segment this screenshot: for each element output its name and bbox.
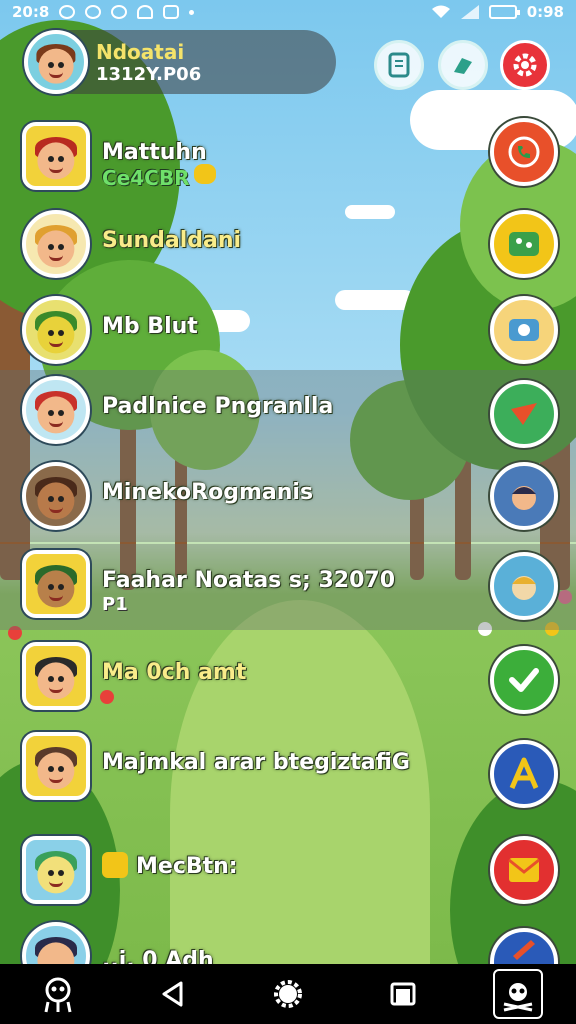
star-icon <box>102 852 128 878</box>
contact-name: Majmkal arar btegiztafiG <box>102 750 410 775</box>
photo-icon <box>163 5 180 19</box>
status-right: 0:98 <box>431 3 564 21</box>
contact-avatar <box>22 376 90 444</box>
whatsapp-button[interactable] <box>490 118 558 186</box>
check-button[interactable] <box>490 646 558 714</box>
gallery-icon <box>509 232 539 256</box>
contact-row[interactable]: Mattuhn Ce4CBR <box>0 116 576 202</box>
contact-avatar <box>22 836 90 904</box>
app-button[interactable] <box>33 969 83 1019</box>
bug-icon <box>137 5 154 19</box>
friend-button[interactable] <box>490 462 558 530</box>
camera-icon <box>509 319 539 341</box>
avatar-icon <box>512 486 536 510</box>
avatar-icon <box>512 576 536 600</box>
battery-icon <box>488 5 520 19</box>
check-icon <box>509 668 539 692</box>
contact-avatar <box>22 462 90 530</box>
pirate-icon <box>504 983 533 1012</box>
pencil-icon <box>513 940 535 960</box>
mail-button[interactable] <box>490 836 558 904</box>
pirate-button[interactable] <box>493 969 544 1019</box>
contact-name: MinekoRogmanis <box>102 480 314 505</box>
navigation-bar <box>0 964 576 1024</box>
contact-avatar <box>22 210 90 278</box>
mail-icon <box>508 858 540 882</box>
signal-icon <box>460 5 479 19</box>
contact-name: Padlnice Pngranlla <box>102 394 334 419</box>
status-bar: 20:8 0:98 <box>0 0 576 24</box>
gear-icon <box>513 53 537 77</box>
back-button[interactable] <box>148 969 198 1019</box>
settings-button[interactable] <box>500 40 550 90</box>
contact-name: Ma 0ch amt <box>102 660 247 685</box>
recents-icon <box>390 982 416 1006</box>
profile-name: Ndoatai <box>96 40 185 64</box>
document-icon <box>388 52 410 78</box>
camera-button[interactable] <box>490 296 558 364</box>
letter-a-icon <box>509 757 539 789</box>
status-time: 20:8 <box>12 3 50 21</box>
font-button[interactable] <box>490 740 558 808</box>
contact-avatar <box>22 550 90 618</box>
leaf-icon <box>511 403 537 425</box>
contact-name: Faahar Noatas s; 32070 <box>102 568 396 593</box>
leaf-button[interactable] <box>490 380 558 448</box>
friend-button-2[interactable] <box>490 552 558 620</box>
back-icon <box>162 981 183 1007</box>
profile-header[interactable]: Ndoatai 1312Y.P06 <box>24 30 336 94</box>
status-clock-right: 0:98 <box>526 3 564 21</box>
contact-name: MecBtn: <box>136 854 238 879</box>
status-left: 20:8 <box>12 3 195 21</box>
contact-name: Mb Blut <box>102 314 198 339</box>
chat-icon <box>85 5 102 19</box>
share-button[interactable] <box>438 40 488 90</box>
contact-subtitle: P1 <box>102 594 128 615</box>
notification-icon <box>59 5 76 19</box>
contact-name: Mattuhn <box>102 140 207 165</box>
phone-icon <box>508 136 540 168</box>
contact-avatar <box>22 642 90 710</box>
contact-avatar <box>22 732 90 800</box>
profile-avatar[interactable] <box>24 30 88 94</box>
document-button[interactable] <box>374 40 424 90</box>
contact-avatar <box>22 122 90 190</box>
contact-avatar <box>22 296 90 364</box>
home-button[interactable] <box>263 969 313 1019</box>
contact-subtitle: Ce4CBR <box>102 166 190 190</box>
dot-icon <box>189 9 195 15</box>
wifi-icon <box>431 5 450 18</box>
recents-button[interactable] <box>378 969 428 1019</box>
gallery-button[interactable] <box>490 210 558 278</box>
share-icon <box>454 58 472 74</box>
cat-icon <box>194 164 216 184</box>
home-icon <box>273 980 302 1008</box>
profile-subtitle: 1312Y.P06 <box>96 64 202 85</box>
contact-name: Sundaldani <box>102 228 242 253</box>
clock-icon <box>111 5 128 19</box>
app-icon <box>44 977 72 1013</box>
